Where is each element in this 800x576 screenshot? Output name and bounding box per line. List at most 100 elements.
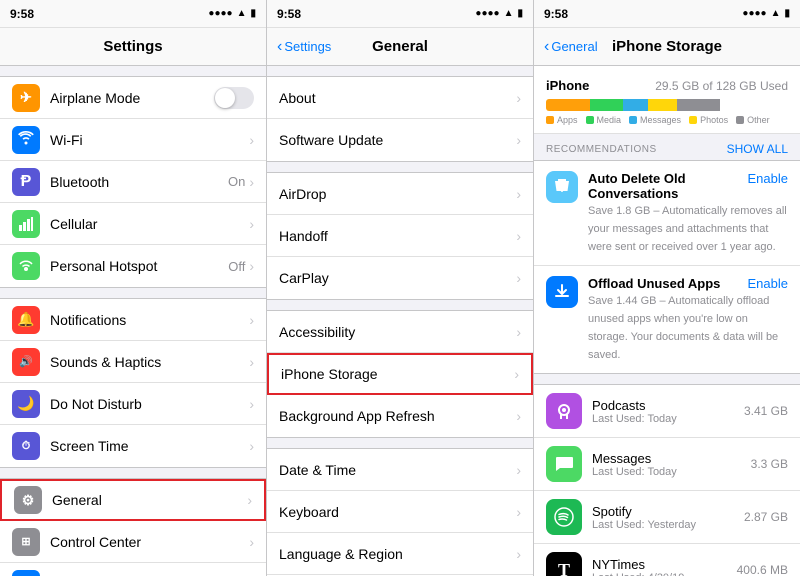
legend-label: Photos <box>700 115 728 125</box>
device-name-row: iPhone 29.5 GB of 128 GB Used <box>546 78 788 93</box>
wifi-icon-1: ▲ <box>237 8 247 19</box>
settings-item-notifications[interactable]: 🔔 Notifications › <box>0 299 266 341</box>
storage-title: iPhone Storage <box>612 38 722 55</box>
app-item-spotify[interactable]: Spotify Last Used: Yesterday 2.87 GB <box>534 491 800 544</box>
legend-item-other: Other <box>736 115 770 125</box>
storage-back-button[interactable]: ‹ General <box>544 38 598 56</box>
rec-autodelete-content: Auto Delete Old Conversations Enable Sav… <box>588 171 788 255</box>
legend-dot-icon <box>546 116 554 124</box>
airplane-toggle[interactable] <box>214 87 254 109</box>
general-nav: ‹ Settings General <box>267 28 533 66</box>
legend-item-media: Media <box>586 115 622 125</box>
bluetooth-chevron: › <box>249 174 254 190</box>
rec-autodelete-action[interactable]: Enable <box>748 171 788 186</box>
general-item-bgapp[interactable]: Background App Refresh › <box>267 395 533 437</box>
app-list-section: Podcasts Last Used: Today 3.41 GB Messag… <box>534 384 800 576</box>
app-item-nytimes[interactable]: T NYTimes Last Used: 4/30/19 400.6 MB <box>534 544 800 576</box>
general-item-software[interactable]: Software Update › <box>267 119 533 161</box>
settings-item-sounds[interactable]: 🔊 Sounds & Haptics › <box>0 341 266 383</box>
back-chevron-icon: ‹ <box>277 38 282 56</box>
recommendations-header: RECOMMENDATIONS SHOW ALL <box>534 134 800 160</box>
rec-item-offload[interactable]: Offload Unused Apps Enable Save 1.44 GB … <box>534 266 800 373</box>
general-item-carplay[interactable]: CarPlay › <box>267 257 533 299</box>
bluetooth-value: On <box>228 174 245 189</box>
general-item-iphonestorage[interactable]: iPhone Storage › <box>267 353 533 395</box>
settings-item-controlcenter[interactable]: ⊞ Control Center › <box>0 521 266 563</box>
spotify-info: Spotify Last Used: Yesterday <box>592 504 744 531</box>
hotspot-chevron: › <box>249 258 254 274</box>
legend-label: Other <box>747 115 770 125</box>
language-chevron: › <box>516 546 521 562</box>
cellular-chevron: › <box>249 216 254 232</box>
legend-dot-icon <box>629 116 637 124</box>
settings-item-airplane[interactable]: ✈ Airplane Mode <box>0 77 266 119</box>
bluetooth-icon: Ᵽ <box>12 168 40 196</box>
app-item-messages[interactable]: Messages Last Used: Today 3.3 GB <box>534 438 800 491</box>
general-scroll[interactable]: About › Software Update › AirDrop › Hand… <box>267 66 533 576</box>
rec-offload-action[interactable]: Enable <box>748 276 788 291</box>
cellular-label: Cellular <box>50 216 249 232</box>
iphonestorage-chevron: › <box>514 366 519 382</box>
settings-section-connectivity: ✈ Airplane Mode Wi-Fi › Ᵽ Bluetooth On › <box>0 76 266 288</box>
settings-item-screentime[interactable]: ⏱ Screen Time › <box>0 425 266 467</box>
general-item-keyboard[interactable]: Keyboard › <box>267 491 533 533</box>
settings-item-hotspot[interactable]: Personal Hotspot Off › <box>0 245 266 287</box>
spotify-name: Spotify <box>592 504 744 519</box>
general-item-airdrop[interactable]: AirDrop › <box>267 173 533 215</box>
rec-offload-content: Offload Unused Apps Enable Save 1.44 GB … <box>588 276 788 363</box>
keyboard-label: Keyboard <box>279 504 516 520</box>
software-label: Software Update <box>279 132 516 148</box>
battery-icon-2: ▮ <box>517 8 523 19</box>
podcasts-size: 3.41 GB <box>744 404 788 418</box>
status-icons-2: ●●●● ▲ ▮ <box>475 8 523 19</box>
battery-icon-1: ▮ <box>250 8 256 19</box>
notifications-label: Notifications <box>50 312 249 328</box>
general-back-button[interactable]: ‹ Settings <box>277 38 331 56</box>
rec-offload-desc: Save 1.44 GB – Automatically offload unu… <box>588 295 778 361</box>
time-3: 9:58 <box>544 7 568 21</box>
settings-item-general[interactable]: ⚙ General › <box>0 479 266 521</box>
storage-nav: ‹ General iPhone Storage <box>534 28 800 66</box>
nytimes-name: NYTimes <box>592 557 737 572</box>
screentime-label: Screen Time <box>50 438 249 454</box>
general-chevron: › <box>247 492 252 508</box>
wifi-icon-3: ▲ <box>771 8 781 19</box>
hotspot-icon <box>12 252 40 280</box>
settings-item-cellular[interactable]: Cellular › <box>0 203 266 245</box>
rec-item-autodelete[interactable]: Auto Delete Old Conversations Enable Sav… <box>534 161 800 266</box>
notifications-chevron: › <box>249 312 254 328</box>
legend-item-messages: Messages <box>629 115 681 125</box>
settings-scroll[interactable]: ✈ Airplane Mode Wi-Fi › Ᵽ Bluetooth On › <box>0 66 266 576</box>
settings-item-bluetooth[interactable]: Ᵽ Bluetooth On › <box>0 161 266 203</box>
datetime-label: Date & Time <box>279 462 516 478</box>
keyboard-chevron: › <box>516 504 521 520</box>
device-name: iPhone <box>546 78 589 93</box>
general-item-handoff[interactable]: Handoff › <box>267 215 533 257</box>
general-item-datetime[interactable]: Date & Time › <box>267 449 533 491</box>
settings-item-donotdisturb[interactable]: 🌙 Do Not Disturb › <box>0 383 266 425</box>
recommendations-section: Auto Delete Old Conversations Enable Sav… <box>534 160 800 374</box>
settings-item-display[interactable]: ☀ Display & Brightness › <box>0 563 266 576</box>
storage-scroll[interactable]: iPhone 29.5 GB of 128 GB Used AppsMediaM… <box>534 66 800 576</box>
settings-panel: 9:58 ●●●● ▲ ▮ Settings ✈ Airplane Mode W… <box>0 0 267 576</box>
rec-offload-title: Offload Unused Apps <box>588 276 748 291</box>
app-item-podcasts[interactable]: Podcasts Last Used: Today 3.41 GB <box>534 385 800 438</box>
dnd-chevron: › <box>249 396 254 412</box>
legend-dot-icon <box>586 116 594 124</box>
general-item-about[interactable]: About › <box>267 77 533 119</box>
controlcenter-chevron: › <box>249 534 254 550</box>
general-section-4: Date & Time › Keyboard › Language & Regi… <box>267 448 533 576</box>
cellular-icon <box>12 210 40 238</box>
sounds-icon: 🔊 <box>12 348 40 376</box>
general-item-accessibility[interactable]: Accessibility › <box>267 311 533 353</box>
hotspot-label: Personal Hotspot <box>50 258 228 274</box>
podcasts-icon <box>546 393 582 429</box>
general-item-language[interactable]: Language & Region › <box>267 533 533 575</box>
storage-bar-segment-media <box>590 99 624 111</box>
carplay-chevron: › <box>516 270 521 286</box>
wifi-icon <box>12 126 40 154</box>
settings-item-wifi[interactable]: Wi-Fi › <box>0 119 266 161</box>
show-all-button[interactable]: SHOW ALL <box>727 142 788 156</box>
status-icons-3: ●●●● ▲ ▮ <box>742 8 790 19</box>
screentime-icon: ⏱ <box>12 432 40 460</box>
